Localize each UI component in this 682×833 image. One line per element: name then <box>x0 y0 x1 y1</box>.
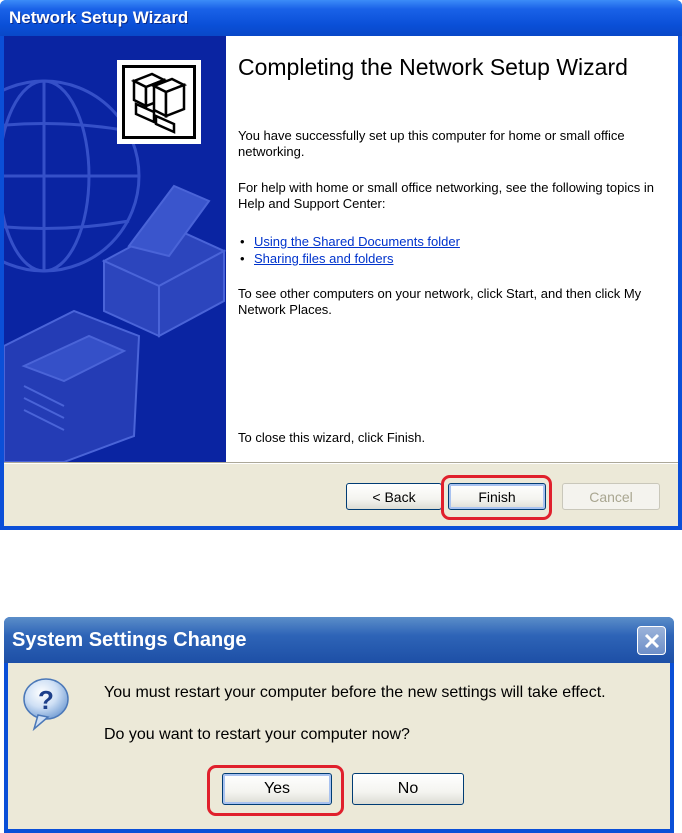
svg-text:?: ? <box>38 685 54 715</box>
printer-icon <box>101 184 226 338</box>
close-button[interactable] <box>637 626 666 655</box>
link-sharing-files[interactable]: Sharing files and folders <box>254 251 393 266</box>
wizard-help-text: For help with home or small office netwo… <box>238 180 654 211</box>
folder-icon <box>4 309 141 462</box>
dialog-titlebar[interactable]: System Settings Change <box>4 617 674 663</box>
restart-message: You must restart your computer before th… <box>104 684 606 701</box>
yes-highlight-box <box>207 765 344 816</box>
network-setup-wizard-window: Network Setup Wizard Completing the Netw… <box>0 0 682 530</box>
wizard-close-instruction: To close this wizard, click Finish. <box>238 430 426 445</box>
finish-highlight-box <box>441 475 552 520</box>
wizard-title: Network Setup Wizard <box>9 8 189 27</box>
wizard-side-panel <box>4 36 226 462</box>
networked-computers-icon <box>117 60 201 144</box>
restart-question: Do you want to restart your computer now… <box>104 726 410 743</box>
button-area-divider <box>4 462 678 464</box>
wizard-client-area: Completing the Network Setup Wizard You … <box>4 36 678 526</box>
wizard-network-places-text: To see other computers on your network, … <box>238 286 642 317</box>
list-item: • Sharing files and folders <box>240 251 394 266</box>
wizard-titlebar[interactable]: Network Setup Wizard <box>0 0 682 36</box>
close-icon <box>644 633 660 649</box>
wizard-side-artwork <box>4 60 226 462</box>
dialog-title: System Settings Change <box>12 629 247 651</box>
cancel-button: Cancel <box>562 483 660 510</box>
help-topics-list: • Using the Shared Documents folder • Sh… <box>238 233 460 267</box>
wizard-success-text: You have successfully set up this comput… <box>238 128 625 159</box>
question-icon: ? <box>23 678 69 731</box>
link-shared-documents[interactable]: Using the Shared Documents folder <box>254 234 460 249</box>
back-button[interactable]: < Back <box>346 483 442 510</box>
list-item: • Using the Shared Documents folder <box>240 234 460 249</box>
no-button[interactable]: No <box>352 773 464 805</box>
wizard-heading: Completing the Network Setup Wizard <box>238 54 628 80</box>
wizard-content: Completing the Network Setup Wizard You … <box>226 36 678 462</box>
